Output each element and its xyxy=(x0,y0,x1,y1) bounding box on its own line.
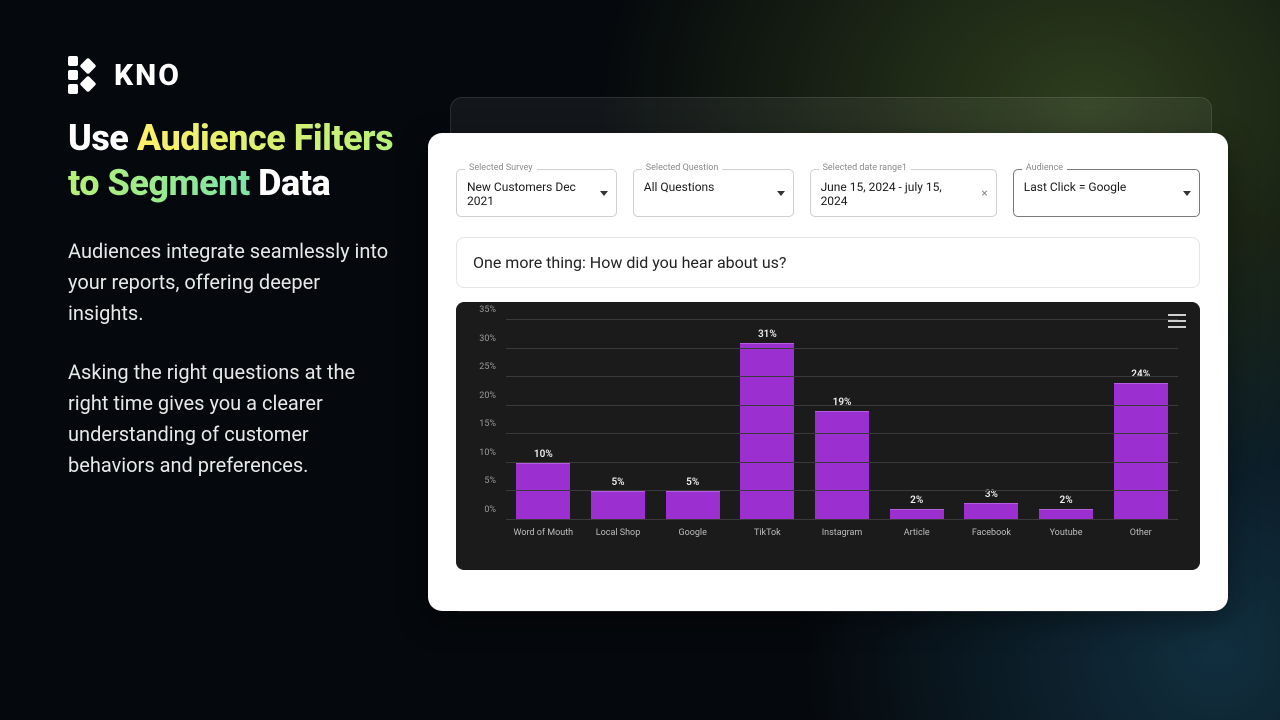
y-tick-label: 5% xyxy=(466,476,496,486)
x-tick-label: Google xyxy=(655,528,730,538)
brand-name: KNO xyxy=(114,58,181,93)
chevron-down-icon xyxy=(600,191,608,196)
marketing-para-1: Audiences integrate seamlessly into your… xyxy=(68,236,398,329)
report-card: Selected Survey New Customers Dec 2021 S… xyxy=(428,133,1228,611)
chart-panel: 10%5%5%31%19%2%3%2%24% 0%5%10%15%20%25%3… xyxy=(456,302,1200,570)
y-tick-label: 0% xyxy=(466,505,496,515)
y-tick-label: 10% xyxy=(466,448,496,458)
headline-trail: Data xyxy=(250,162,331,204)
survey-select-value: New Customers Dec 2021 xyxy=(467,180,576,208)
audience-select[interactable]: Audience Last Click = Google xyxy=(1013,169,1200,217)
bar-value-label: 31% xyxy=(758,329,777,340)
y-tick-label: 30% xyxy=(466,334,496,344)
chevron-down-icon xyxy=(1183,191,1191,196)
date-range-select[interactable]: Selected date range1 June 15, 2024 - jul… xyxy=(810,169,997,217)
x-tick-label: Word of Mouth xyxy=(506,528,581,538)
x-tick-label: Instagram xyxy=(805,528,880,538)
question-select-value: All Questions xyxy=(644,180,715,194)
close-icon[interactable]: × xyxy=(981,186,987,200)
bar-value-label: 5% xyxy=(611,477,624,488)
filter-row: Selected Survey New Customers Dec 2021 S… xyxy=(456,169,1200,217)
x-axis: Word of MouthLocal ShopGoogleTikTokInsta… xyxy=(506,528,1178,538)
gridline xyxy=(506,348,1178,349)
y-tick-label: 15% xyxy=(466,419,496,429)
x-tick-label: Other xyxy=(1103,528,1178,538)
gridline xyxy=(506,433,1178,434)
gridline xyxy=(506,462,1178,463)
marketing-body: Audiences integrate seamlessly into your… xyxy=(68,236,398,481)
question-select[interactable]: Selected Question All Questions xyxy=(633,169,794,217)
bar[interactable] xyxy=(591,491,645,520)
bar-value-label: 19% xyxy=(833,397,852,408)
audience-select-label: Audience xyxy=(1022,163,1067,173)
marketing-para-2: Asking the right questions at the right … xyxy=(68,357,398,481)
brand-logo: KNO xyxy=(68,56,398,94)
bar-value-label: 10% xyxy=(534,449,553,460)
bar-chart: 10%5%5%31%19%2%3%2%24% 0%5%10%15%20%25%3… xyxy=(506,320,1178,520)
audience-select-value: Last Click = Google xyxy=(1024,180,1127,194)
gridline xyxy=(506,519,1178,520)
bar-value-label: 2% xyxy=(910,495,923,506)
headline: Use Audience Filters to Segment Data xyxy=(68,116,398,206)
x-tick-label: Article xyxy=(879,528,954,538)
y-tick-label: 35% xyxy=(466,305,496,315)
bar-value-label: 2% xyxy=(1059,495,1072,506)
survey-select[interactable]: Selected Survey New Customers Dec 2021 xyxy=(456,169,617,217)
x-tick-label: Local Shop xyxy=(581,528,656,538)
y-tick-label: 25% xyxy=(466,362,496,372)
date-range-value: June 15, 2024 - july 15, 2024 xyxy=(821,180,942,208)
bar-value-label: 24% xyxy=(1131,369,1150,380)
gridline xyxy=(506,376,1178,377)
gridline xyxy=(506,405,1178,406)
x-tick-label: TikTok xyxy=(730,528,805,538)
headline-plain: Use xyxy=(68,117,137,159)
question-select-label: Selected Question xyxy=(642,163,723,173)
bar[interactable] xyxy=(1114,383,1168,520)
chevron-down-icon xyxy=(777,191,785,196)
question-title: One more thing: How did you hear about u… xyxy=(456,237,1200,288)
gridline xyxy=(506,490,1178,491)
bar[interactable] xyxy=(666,491,720,520)
y-tick-label: 20% xyxy=(466,391,496,401)
date-range-label: Selected date range1 xyxy=(819,163,911,173)
marketing-column: KNO Use Audience Filters to Segment Data… xyxy=(68,56,398,481)
gridline xyxy=(506,319,1178,320)
x-tick-label: Facebook xyxy=(954,528,1029,538)
survey-select-label: Selected Survey xyxy=(465,163,537,173)
brand-logo-mark xyxy=(68,56,100,94)
x-tick-label: Youtube xyxy=(1029,528,1104,538)
bar[interactable] xyxy=(964,503,1018,520)
bar[interactable] xyxy=(815,411,869,520)
bar-value-label: 5% xyxy=(686,477,699,488)
bar[interactable] xyxy=(740,343,794,520)
